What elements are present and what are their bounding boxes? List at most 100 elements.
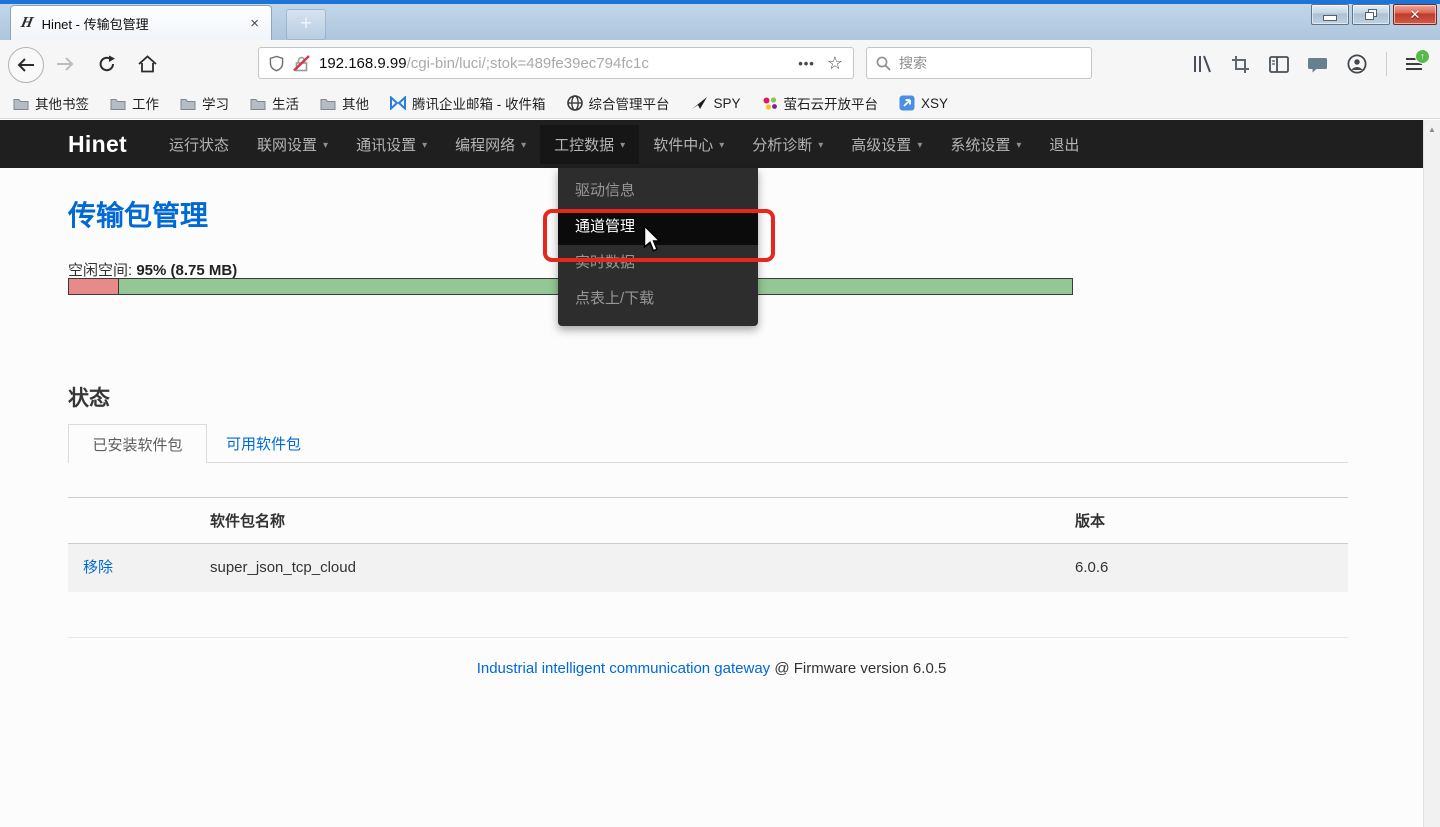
close-button[interactable]: ✕ (1393, 4, 1437, 25)
minimize-icon (1323, 15, 1337, 21)
account-icon[interactable] (1347, 54, 1367, 74)
search-icon (876, 56, 891, 71)
home-icon (138, 55, 157, 73)
home-button[interactable] (130, 47, 164, 81)
folder-icon (13, 97, 29, 110)
remove-link[interactable]: 移除 (83, 544, 113, 592)
gateway-link[interactable]: Industrial intelligent communication gat… (477, 660, 771, 677)
nav-software-center[interactable]: 软件中心▾ (639, 125, 738, 164)
table-row: 移除 super_json_tcp_cloud 6.0.6 (68, 544, 1348, 592)
package-name: super_json_tcp_cloud (210, 544, 356, 592)
close-icon: ✕ (1410, 8, 1421, 21)
bookmark-folder-others[interactable]: 其他书签 (13, 93, 89, 113)
page-actions-icon[interactable]: ••• (798, 56, 815, 71)
nav-analysis-diagnosis[interactable]: 分析诊断▾ (738, 125, 837, 164)
chevron-down-icon: ▾ (620, 138, 625, 151)
back-button[interactable] (8, 47, 44, 83)
bookmark-folder-life[interactable]: 生活 (250, 93, 299, 113)
chevron-down-icon: ▾ (323, 138, 328, 151)
chevron-down-icon: ▾ (719, 138, 724, 151)
chevron-down-icon: ▾ (521, 138, 526, 151)
column-header-version: 版本 (1075, 510, 1105, 531)
bookmark-management-platform[interactable]: 综合管理平台 (567, 93, 670, 113)
table-top-border (68, 497, 1348, 498)
nav-running-status[interactable]: 运行状态 (155, 125, 243, 164)
search-bar[interactable]: 搜索 (866, 47, 1092, 79)
page-viewport: Hinet 运行状态 联网设置▾ 通讯设置▾ 编程网络▾ 工控数据▾ 软件中心▾… (0, 120, 1423, 827)
bookmark-folder-study[interactable]: 学习 (180, 93, 229, 113)
ezviz-icon (762, 96, 778, 111)
folder-icon (180, 97, 196, 110)
tab-title: Hinet - 传输包管理 (42, 14, 240, 33)
folder-icon (320, 97, 336, 110)
scroll-up-arrow-icon[interactable]: ▲ (1424, 120, 1440, 134)
folder-icon (250, 97, 266, 110)
chevron-down-icon: ▾ (818, 138, 823, 151)
nav-system-settings[interactable]: 系统设置▾ (936, 125, 1035, 164)
firmware-version-text: @ Firmware version 6.0.5 (770, 660, 946, 677)
footer-divider (68, 637, 1348, 638)
bookmark-ezviz[interactable]: 萤石云开放平台 (762, 93, 879, 113)
nav-advanced-settings[interactable]: 高级设置▾ (837, 125, 936, 164)
progress-used-segment (69, 279, 119, 294)
brand-logo[interactable]: Hinet (68, 131, 127, 158)
page-footer: Industrial intelligent communication gat… (0, 660, 1423, 677)
free-space-text: 空闲空间: 95% (8.75 MB) (68, 259, 237, 280)
toolbar-extensions: ↑ (1192, 47, 1422, 81)
library-icon[interactable] (1192, 55, 1212, 73)
reload-button[interactable] (90, 47, 124, 81)
bookmark-xsy[interactable]: XSY (899, 95, 948, 111)
bookmark-folder-work[interactable]: 工作 (110, 93, 159, 113)
tab-close-icon[interactable]: × (248, 15, 261, 32)
bookmark-spy[interactable]: SPY (691, 96, 741, 111)
package-version: 6.0.6 (1075, 544, 1108, 592)
tabs-divider (68, 462, 1348, 463)
nav-logout[interactable]: 退出 (1035, 125, 1093, 164)
window-controls: ✕ (1311, 4, 1437, 25)
mouse-cursor-icon (643, 225, 666, 255)
bookmark-folder-misc[interactable]: 其他 (320, 93, 369, 113)
nav-industrial-data[interactable]: 工控数据▾ (540, 125, 639, 164)
nav-programming-network[interactable]: 编程网络▾ (441, 125, 540, 164)
menu-item-driver-info[interactable]: 驱动信息 (558, 173, 758, 209)
tab-available-packages[interactable]: 可用软件包 (226, 424, 301, 462)
folder-icon (110, 97, 126, 110)
restore-button[interactable] (1352, 4, 1390, 25)
site-favicon-icon: H (19, 15, 34, 32)
page-title: 传输包管理 (68, 194, 208, 234)
tab-installed-packages[interactable]: 已安装软件包 (68, 424, 207, 463)
free-space-value: 95% (8.75 MB) (136, 262, 237, 279)
dart-icon (691, 96, 708, 110)
chat-bubble-extension-icon[interactable] (1308, 56, 1328, 73)
app-navbar: Hinet 运行状态 联网设置▾ 通讯设置▾ 编程网络▾ 工控数据▾ 软件中心▾… (0, 120, 1423, 168)
menu-item-point-table-updown[interactable]: 点表上/下载 (558, 281, 758, 317)
chevron-down-icon: ▾ (422, 138, 427, 151)
bookmark-tencent-mail[interactable]: 腾讯企业邮箱 - 收件箱 (390, 93, 546, 113)
sidebar-toggle-icon[interactable] (1269, 56, 1289, 73)
tab-strip: H Hinet - 传输包管理 × + ✕ (0, 4, 1440, 40)
bookmarks-bar: 其他书签 工作 学习 生活 其他 腾讯企业邮箱 - 收件箱 综合管理平台 SPY… (0, 88, 1440, 119)
nav-comm-settings[interactable]: 通讯设置▾ (342, 125, 441, 164)
search-placeholder: 搜索 (899, 53, 927, 73)
insecure-lock-icon (293, 55, 310, 72)
app-menu-button[interactable]: ↑ (1406, 58, 1422, 70)
minimize-button[interactable] (1311, 4, 1349, 25)
url-bar[interactable]: 192.168.9.99/cgi-bin/luci/;stok=489fe39e… (258, 47, 854, 79)
url-text: 192.168.9.99/cgi-bin/luci/;stok=489fe39e… (319, 55, 649, 72)
new-tab-button[interactable]: + (286, 9, 326, 40)
tracking-shield-icon (269, 55, 284, 72)
firefox-window: H Hinet - 传输包管理 × + ✕ (0, 0, 1440, 827)
screenshot-crop-icon[interactable] (1231, 55, 1250, 74)
restore-icon (1365, 9, 1378, 21)
page-scrollbar[interactable]: ▲ (1423, 120, 1440, 827)
bookmark-star-icon[interactable]: ☆ (827, 53, 843, 74)
browser-tab[interactable]: H Hinet - 传输包管理 × (10, 5, 272, 40)
column-header-package-name: 软件包名称 (210, 510, 285, 531)
chevron-down-icon: ▾ (1016, 138, 1021, 151)
tencent-exmail-icon (390, 96, 406, 110)
nav-network-settings[interactable]: 联网设置▾ (243, 125, 342, 164)
app-menu: 运行状态 联网设置▾ 通讯设置▾ 编程网络▾ 工控数据▾ 软件中心▾ 分析诊断▾… (155, 125, 1093, 164)
navigation-toolbar: 192.168.9.99/cgi-bin/luci/;stok=489fe39e… (0, 40, 1440, 88)
reload-icon (98, 55, 116, 73)
forward-button[interactable] (48, 47, 82, 81)
